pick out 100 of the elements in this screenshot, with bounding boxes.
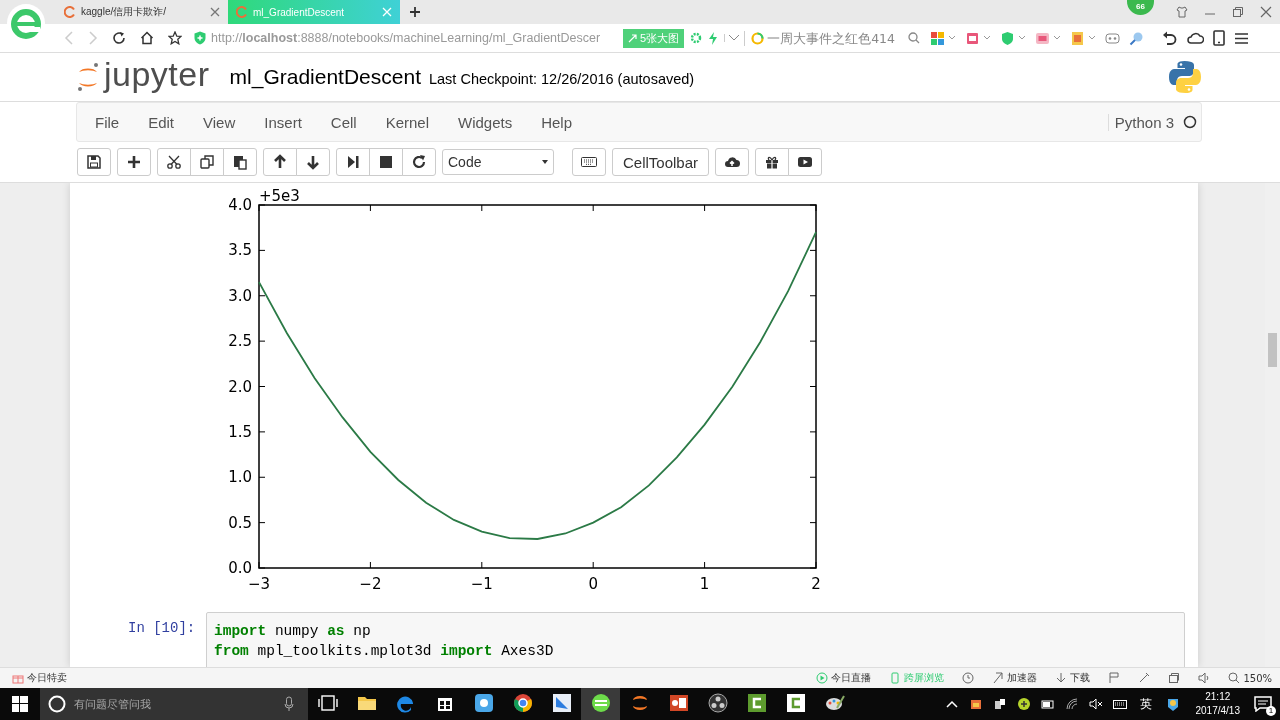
x-tick-label: 0 <box>588 575 598 593</box>
stop-button[interactable] <box>369 148 403 176</box>
y-tick-label: 2.0 <box>228 377 252 396</box>
keyboard-icon <box>581 154 597 170</box>
menu-item[interactable]: File <box>83 113 132 131</box>
refresh-icon[interactable] <box>112 31 126 45</box>
home-icon[interactable] <box>140 31 154 45</box>
status-item[interactable]: 下载 <box>1055 671 1091 685</box>
note-icon[interactable] <box>965 30 981 46</box>
clock-date[interactable]: 2017/4/13 <box>1195 704 1240 718</box>
video-button[interactable] <box>788 148 823 176</box>
status-item[interactable]: 今日直播 <box>816 671 872 685</box>
wifi-icon[interactable] <box>1064 697 1079 711</box>
menu-item[interactable]: Insert <box>252 113 314 131</box>
cloud-upload-icon <box>724 154 741 170</box>
keyboard-icon[interactable] <box>1112 697 1127 711</box>
star-icon[interactable] <box>168 31 182 45</box>
plus-icon <box>126 154 142 170</box>
status-item[interactable]: 今日特卖 <box>12 671 67 685</box>
new-tab-icon[interactable] <box>409 6 421 18</box>
maximize-icon[interactable] <box>1232 6 1244 18</box>
close-icon[interactable] <box>1260 6 1272 18</box>
expand-icon <box>628 33 637 43</box>
menu-item[interactable]: Kernel <box>373 113 441 131</box>
save-button[interactable] <box>77 148 111 176</box>
cell-type-dropdown[interactable]: Code <box>442 149 554 175</box>
loading-icon <box>64 6 76 18</box>
notebook-name[interactable]: ml_GradientDescent <box>229 65 421 89</box>
cut-button[interactable] <box>157 148 191 176</box>
menu-item[interactable]: Cell <box>318 113 369 131</box>
tray-app-icon[interactable] <box>992 697 1007 711</box>
caret-icon[interactable] <box>1018 35 1027 41</box>
logo-icon <box>76 62 100 92</box>
dropdown-arrow-icon <box>542 160 548 164</box>
browser-icon[interactable] <box>590 693 611 713</box>
clock-icon[interactable] <box>962 672 975 684</box>
paste-icon <box>232 154 248 170</box>
undo-icon[interactable] <box>1162 30 1179 46</box>
x-tick-label: −3 <box>247 575 271 593</box>
arrow-up-icon <box>272 154 288 170</box>
picture-frame-icon[interactable] <box>1070 30 1086 46</box>
caret-icon[interactable] <box>1053 35 1062 41</box>
mute-icon[interactable] <box>1088 697 1103 711</box>
input-method-indicator[interactable]: 英 <box>1139 695 1152 713</box>
taskbar-search-field[interactable]: 有问题尽管问我 <box>40 688 308 720</box>
caret-icon[interactable] <box>1088 35 1097 41</box>
windows-start-icon[interactable] <box>12 696 28 712</box>
app-icon[interactable] <box>473 693 494 713</box>
obs-icon[interactable] <box>707 693 728 713</box>
menu-item[interactable]: Help <box>529 113 585 131</box>
battery-icon[interactable] <box>1040 697 1055 711</box>
y-tick-label: 1.0 <box>228 468 252 487</box>
zoom-level[interactable]: 150% <box>1228 672 1272 684</box>
browser-tab[interactable]: kaggle/信用卡欺诈/ <box>56 0 228 24</box>
upload-button[interactable] <box>715 148 750 176</box>
chrome-icon[interactable] <box>512 693 533 713</box>
tablet-icon[interactable] <box>1213 30 1226 46</box>
move-down-button[interactable] <box>296 148 330 176</box>
task-view-icon[interactable] <box>317 693 338 713</box>
status-item[interactable]: 加速器 <box>992 671 1038 685</box>
copy-button[interactable] <box>190 148 224 176</box>
plus-circle-icon[interactable] <box>1016 697 1031 711</box>
search-icon[interactable] <box>908 32 921 44</box>
apps-icon[interactable] <box>930 30 946 46</box>
window-icon[interactable] <box>1168 672 1181 684</box>
move-up-button[interactable] <box>263 148 297 176</box>
gamepad-icon[interactable] <box>1105 30 1121 46</box>
celltoolbar-button[interactable]: CellToolbar <box>612 148 710 176</box>
magnifier-icon[interactable] <box>1129 30 1145 46</box>
caret-icon[interactable] <box>948 35 957 41</box>
speaker-icon[interactable] <box>1198 672 1211 684</box>
menu-item[interactable]: Widgets <box>446 113 525 131</box>
checkpoint-status: Last Checkpoint: 12/26/2016 (autosaved) <box>429 70 695 87</box>
paint-palette-icon[interactable] <box>824 693 845 713</box>
search-input[interactable]: 有问题尽管问我 <box>72 696 278 712</box>
caret-icon[interactable] <box>724 34 741 42</box>
flag-icon[interactable] <box>1108 672 1121 684</box>
notification-icon[interactable] <box>1254 696 1272 712</box>
code-editor[interactable]: import numpy as np from mpl_toolkits.mplot3d import Axes3D <box>206 612 1185 667</box>
caret-icon[interactable] <box>983 35 992 41</box>
search-field[interactable]: 一周大事件之红色414 <box>744 30 922 46</box>
close-icon[interactable] <box>210 7 220 17</box>
add-cell-button[interactable] <box>117 148 151 176</box>
shirt-icon[interactable] <box>1176 6 1188 18</box>
camtasia-recorder-icon[interactable] <box>785 693 806 713</box>
keyboard-button[interactable] <box>572 148 606 176</box>
gift-button[interactable] <box>755 148 790 176</box>
menu-item[interactable]: View <box>191 113 248 131</box>
cloud-icon[interactable] <box>1187 31 1205 45</box>
tray-app-icon[interactable] <box>968 697 983 711</box>
menu-item[interactable]: Edit <box>136 113 187 131</box>
run-button[interactable] <box>336 148 370 176</box>
powerpoint-icon[interactable] <box>668 693 689 713</box>
clock-time[interactable]: 21:12 <box>1205 690 1231 704</box>
camtasia-icon[interactable] <box>746 693 767 713</box>
restart-button[interactable] <box>402 148 436 176</box>
menu-icon[interactable] <box>1234 31 1250 45</box>
paste-button[interactable] <box>223 148 257 176</box>
translate-icon[interactable] <box>1035 30 1051 46</box>
scrollbar-thumb[interactable] <box>1268 333 1277 367</box>
